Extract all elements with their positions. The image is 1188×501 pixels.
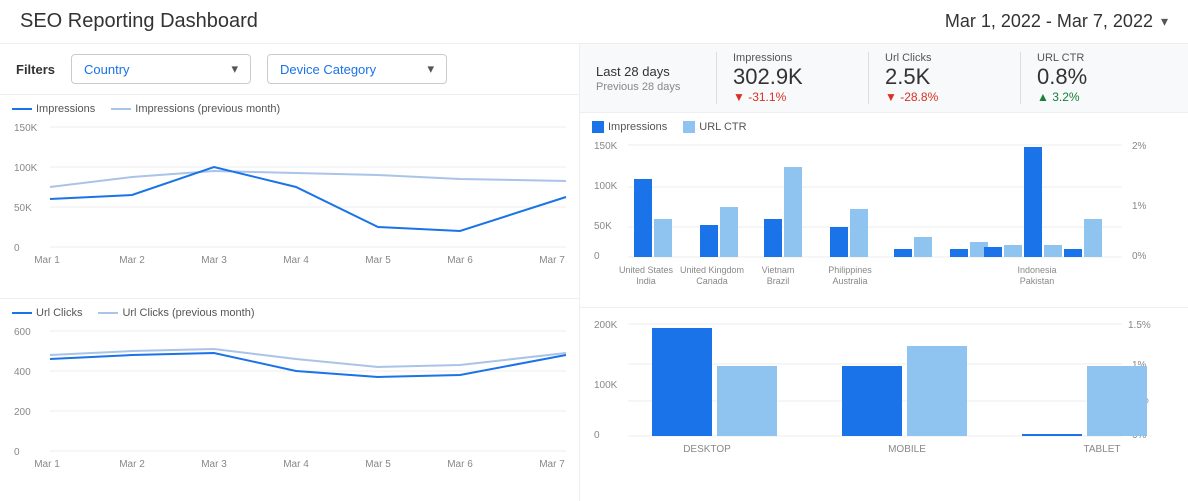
url-clicks-chart: Url Clicks Url Clicks (previous month) 6… [0, 299, 579, 501]
url-clicks-legend: Url Clicks Url Clicks (previous month) [12, 307, 567, 319]
country-bar-chart: Impressions URL CTR 150K 100K 50K 0 2% 1… [580, 113, 1188, 307]
svg-text:50K: 50K [14, 203, 32, 214]
chevron-down-icon: ▾ [1161, 13, 1168, 30]
svg-text:Philippines: Philippines [828, 265, 872, 275]
url-clicks-legend-current: Url Clicks [36, 307, 82, 319]
impressions-legend-current: Impressions [36, 103, 95, 115]
svg-text:100K: 100K [594, 181, 618, 192]
svg-text:Mar 2: Mar 2 [119, 459, 145, 470]
svg-text:Canada: Canada [696, 276, 728, 286]
url-clicks-stat-name: Url Clicks [885, 52, 1004, 64]
stats-row: Last 28 days Previous 28 days Impression… [580, 44, 1188, 113]
date-range-text: Mar 1, 2022 - Mar 7, 2022 [945, 11, 1153, 32]
period-current-label: Last 28 days [596, 64, 716, 79]
svg-text:Australia: Australia [832, 276, 867, 286]
svg-text:0: 0 [14, 243, 20, 254]
country-dropdown-arrow: ▾ [231, 61, 238, 77]
svg-text:150K: 150K [594, 141, 618, 152]
svg-text:Mar 7: Mar 7 [539, 255, 565, 266]
svg-text:Mar 7: Mar 7 [539, 459, 565, 470]
impressions-legend: Impressions Impressions (previous month) [12, 103, 567, 115]
filters-bar: Filters Country ▾ Device Category ▾ [0, 44, 579, 95]
impressions-legend-previous: Impressions (previous month) [135, 103, 280, 115]
stat-period: Last 28 days Previous 28 days [596, 64, 716, 93]
url-ctr-stat: URL CTR 0.8% ▲ 3.2% [1020, 52, 1172, 104]
svg-text:DESKTOP: DESKTOP [683, 444, 731, 455]
svg-text:Mar 3: Mar 3 [201, 459, 227, 470]
country-dropdown[interactable]: Country ▾ [71, 54, 251, 84]
svg-text:0: 0 [14, 447, 20, 458]
svg-text:Vietnam: Vietnam [762, 265, 795, 275]
page-title: SEO Reporting Dashboard [20, 10, 258, 33]
svg-text:Pakistan: Pakistan [1020, 276, 1055, 286]
impressions-chart: Impressions Impressions (previous month)… [0, 95, 579, 298]
svg-text:Brazil: Brazil [767, 276, 790, 286]
svg-text:Mar 3: Mar 3 [201, 255, 227, 266]
device-category-dropdown-arrow: ▾ [427, 61, 434, 77]
svg-text:MOBILE: MOBILE [888, 444, 926, 455]
impressions-stat-change: ▼ -31.1% [733, 90, 852, 104]
svg-text:Mar 1: Mar 1 [34, 459, 60, 470]
svg-text:1%: 1% [1132, 201, 1147, 212]
device-category-dropdown[interactable]: Device Category ▾ [267, 54, 447, 84]
svg-text:Mar 4: Mar 4 [283, 255, 309, 266]
svg-text:2%: 2% [1132, 141, 1147, 152]
date-range[interactable]: Mar 1, 2022 - Mar 7, 2022 ▾ [945, 11, 1168, 32]
url-ctr-stat-name: URL CTR [1037, 52, 1156, 64]
url-clicks-legend-previous: Url Clicks (previous month) [122, 307, 254, 319]
svg-text:Mar 5: Mar 5 [365, 255, 391, 266]
svg-text:0%: 0% [1132, 251, 1147, 262]
url-ctr-stat-value: 0.8% [1037, 64, 1156, 90]
svg-text:200K: 200K [594, 320, 618, 331]
svg-text:United Kingdom: United Kingdom [680, 265, 744, 275]
svg-text:United States: United States [619, 265, 674, 275]
svg-text:0: 0 [594, 430, 600, 441]
svg-text:50K: 50K [594, 221, 612, 232]
svg-text:600: 600 [14, 327, 31, 338]
url-clicks-stat-change: ▼ -28.8% [885, 90, 1004, 104]
svg-text:150K: 150K [14, 123, 38, 134]
country-dropdown-label: Country [84, 62, 130, 77]
svg-text:0: 0 [594, 251, 600, 262]
device-category-dropdown-label: Device Category [280, 62, 376, 77]
svg-text:200: 200 [14, 407, 31, 418]
svg-text:Mar 4: Mar 4 [283, 459, 309, 470]
device-bar-chart: 200K 100K 0 1.5% 1% 0.5% 0% [580, 308, 1188, 501]
svg-text:100K: 100K [594, 380, 618, 391]
impressions-stat: Impressions 302.9K ▼ -31.1% [716, 52, 868, 104]
svg-text:400: 400 [14, 367, 31, 378]
country-legend-url-ctr: URL CTR [699, 121, 746, 133]
impressions-stat-value: 302.9K [733, 64, 852, 90]
svg-text:1.5%: 1.5% [1128, 320, 1151, 331]
url-ctr-stat-change: ▲ 3.2% [1037, 90, 1156, 104]
filters-label: Filters [16, 62, 55, 77]
svg-text:TABLET: TABLET [1083, 444, 1120, 455]
svg-text:Mar 5: Mar 5 [365, 459, 391, 470]
country-legend-impressions: Impressions [608, 121, 667, 133]
svg-text:Mar 1: Mar 1 [34, 255, 60, 266]
impressions-stat-name: Impressions [733, 52, 852, 64]
svg-text:India: India [636, 276, 656, 286]
svg-text:Indonesia: Indonesia [1017, 265, 1056, 275]
period-previous-label: Previous 28 days [596, 81, 716, 93]
country-chart-legend: Impressions URL CTR [592, 121, 1176, 133]
svg-text:100K: 100K [14, 163, 38, 174]
url-clicks-stat-value: 2.5K [885, 64, 1004, 90]
svg-text:Mar 2: Mar 2 [119, 255, 145, 266]
svg-text:Mar 6: Mar 6 [447, 459, 473, 470]
svg-text:Mar 6: Mar 6 [447, 255, 473, 266]
url-clicks-stat: Url Clicks 2.5K ▼ -28.8% [868, 52, 1020, 104]
